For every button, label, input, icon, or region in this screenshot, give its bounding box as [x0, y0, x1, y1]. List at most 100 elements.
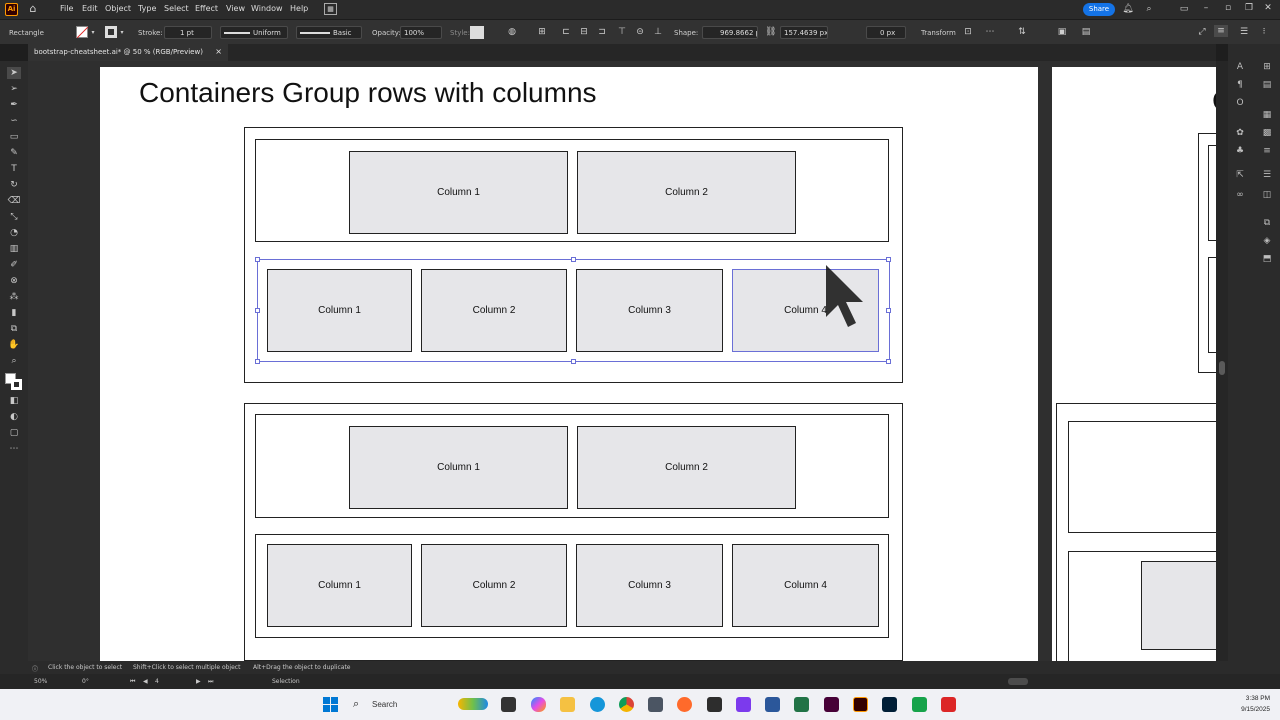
overflow-icon[interactable]: ⁝ — [1258, 26, 1270, 38]
opacity-field[interactable]: 100% — [400, 26, 442, 39]
color-icon[interactable]: ▦ — [1260, 109, 1274, 121]
artboard[interactable]: Containers Group rows with columns Colum… — [100, 67, 1038, 661]
screen-mode-icon[interactable]: ▢ — [7, 427, 21, 439]
restore-icon[interactable]: ▫ — [1222, 2, 1234, 14]
column-box[interactable]: Column 2 — [577, 151, 796, 234]
swatches-icon[interactable]: ▩ — [1260, 127, 1274, 139]
opentype-icon[interactable]: O — [1233, 97, 1247, 109]
align-middle-icon[interactable]: ⊝ — [634, 26, 646, 38]
paragraph-icon[interactable]: ¶ — [1233, 79, 1247, 91]
resize-handle[interactable] — [571, 359, 576, 364]
taskbar-search[interactable]: ⌕ Search — [350, 696, 494, 713]
artboard-tool-icon[interactable]: ⧉ — [7, 323, 21, 335]
character-icon[interactable]: A — [1233, 61, 1247, 73]
chevron-down-icon[interactable]: ▾ — [89, 27, 97, 39]
blend-icon[interactable]: ⊗ — [7, 275, 21, 287]
rectangle-tool-icon[interactable]: ▭ — [7, 131, 21, 143]
vector-app-icon[interactable] — [736, 697, 751, 712]
layers-icon[interactable]: ◈ — [1260, 235, 1274, 247]
prev-artboard-icon[interactable]: ◀ — [143, 678, 148, 685]
panel-toggle-icon[interactable]: ⤢ — [1196, 26, 1208, 38]
pen-tool-icon[interactable]: ✒ — [7, 99, 21, 111]
row[interactable] — [1068, 421, 1216, 533]
dreamweaver-icon[interactable] — [824, 697, 839, 712]
windows-start-icon[interactable] — [323, 697, 338, 712]
fill-stroke-swatches[interactable] — [5, 373, 23, 391]
column-box[interactable]: Column 1 — [267, 544, 412, 627]
menu-icon[interactable]: ☰ — [1238, 26, 1250, 38]
stroke-panel-icon[interactable]: ≡ — [1260, 145, 1274, 157]
asset-export-icon[interactable]: ⬒ — [1260, 253, 1274, 265]
close-tab-icon[interactable]: × — [215, 47, 222, 56]
workspace-icon[interactable]: ▭ — [1178, 3, 1190, 15]
scale-tool-icon[interactable]: ⤡ — [7, 211, 21, 223]
height-field[interactable]: 157.4639 px — [780, 26, 828, 39]
align-top-icon[interactable]: ⊤ — [616, 26, 628, 38]
vertical-scrollbar[interactable] — [1216, 61, 1228, 661]
photoshop-icon[interactable] — [882, 697, 897, 712]
menu-object[interactable]: Object — [105, 4, 131, 13]
align-icon[interactable]: ⊞ — [536, 26, 548, 38]
transform-button[interactable]: Transform — [921, 29, 956, 37]
stroke-weight-field[interactable]: 1 pt — [164, 26, 212, 39]
properties-toggle-icon[interactable]: ≡ — [1214, 25, 1228, 37]
column-box[interactable]: Column 3 — [576, 544, 723, 627]
appearance-icon[interactable]: ◫ — [1260, 189, 1274, 201]
snipping-tool-icon[interactable] — [707, 697, 722, 712]
maximize-icon[interactable]: ❐ — [1243, 2, 1255, 14]
eraser-icon[interactable]: ⌫ — [7, 195, 21, 207]
artboard-2[interactable]: C Co — [1052, 67, 1216, 661]
help-icon[interactable]: ⓘ — [32, 664, 38, 673]
menu-help[interactable]: Help — [290, 4, 308, 13]
menu-file[interactable]: File — [60, 4, 73, 13]
resize-handle[interactable] — [571, 257, 576, 262]
row[interactable] — [1208, 145, 1216, 241]
fill-swatch[interactable] — [76, 26, 89, 39]
zoom-tool-icon[interactable]: ⌕ — [7, 355, 21, 367]
rotate-tool-icon[interactable]: ↻ — [7, 179, 21, 191]
last-artboard-icon[interactable]: ⏭ — [208, 678, 213, 686]
menu-window[interactable]: Window — [251, 4, 283, 13]
horizontal-scrollbar-thumb[interactable] — [1008, 678, 1028, 685]
resize-handle[interactable] — [255, 308, 260, 313]
style-swatch[interactable] — [470, 26, 484, 39]
recolor-icon[interactable]: ◍ — [506, 26, 518, 38]
column-box[interactable]: Column 4 — [732, 544, 879, 627]
more-tools-icon[interactable]: ⋯ — [7, 443, 21, 455]
home-icon[interactable]: ⌂ — [26, 3, 40, 15]
first-artboard-icon[interactable]: ⏮ — [130, 678, 135, 686]
column-box[interactable]: Column 1 — [349, 426, 568, 509]
page-heading[interactable]: Containers Group rows with columns — [139, 77, 597, 109]
rotation-angle[interactable]: 0° — [82, 678, 89, 685]
menu-edit[interactable]: Edit — [82, 4, 98, 13]
direct-selection-icon[interactable]: ➢ — [7, 83, 21, 95]
shape-builder-icon[interactable]: ◔ — [7, 227, 21, 239]
width-field[interactable]: 969.8662 px — [702, 26, 758, 39]
red-app-icon[interactable] — [941, 697, 956, 712]
transparency-icon[interactable]: ☰ — [1260, 169, 1274, 181]
stroke-profile-select[interactable]: Uniform — [220, 26, 288, 39]
arrange-documents-icon[interactable]: ▦ — [324, 3, 337, 15]
document-tab[interactable]: bootstrap-cheatsheet.ai* @ 50 % (RGB/Pre… — [28, 44, 228, 61]
column-box[interactable]: Column 2 — [421, 544, 567, 627]
type-tool-icon[interactable]: T — [7, 163, 21, 175]
hand-tool-icon[interactable]: ✋ — [7, 339, 21, 351]
edge-icon[interactable] — [590, 697, 605, 712]
column-box[interactable]: Column 2 — [577, 426, 796, 509]
scrollbar-thumb[interactable] — [1219, 361, 1225, 375]
brush-select[interactable]: Basic — [296, 26, 362, 39]
share-button[interactable]: Share — [1083, 3, 1115, 16]
symbols-icon[interactable]: ♣ — [1233, 145, 1247, 157]
illustrator-icon[interactable] — [853, 697, 868, 712]
minimize-icon[interactable]: – — [1200, 2, 1212, 14]
align-center-icon[interactable]: ⊟ — [578, 26, 590, 38]
links-icon[interactable]: ∞ — [1233, 189, 1247, 201]
close-icon[interactable]: ✕ — [1262, 2, 1274, 14]
file-explorer-icon[interactable] — [560, 697, 575, 712]
paintbrush-icon[interactable]: ✎ — [7, 147, 21, 159]
menu-view[interactable]: View — [226, 4, 245, 13]
select-similar-icon[interactable]: ▤ — [1080, 26, 1092, 38]
menu-effect[interactable]: Effect — [195, 4, 218, 13]
zoom-level[interactable]: 50% — [34, 678, 47, 685]
libraries-icon[interactable]: ▤ — [1260, 79, 1274, 91]
